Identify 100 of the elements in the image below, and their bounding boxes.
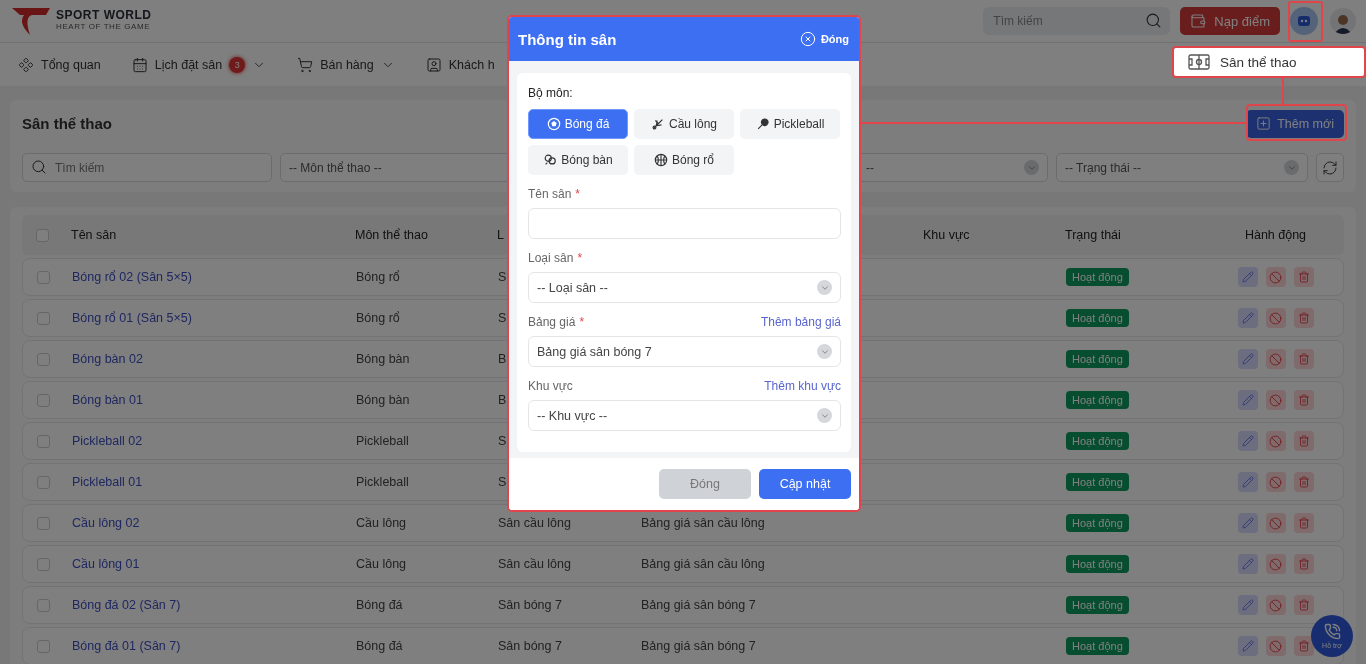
add-button[interactable]: Thêm mới	[1246, 109, 1344, 138]
app-button[interactable]	[1290, 7, 1318, 35]
update-button[interactable]: Cập nhật	[759, 469, 851, 499]
row-checkbox[interactable]	[37, 516, 50, 530]
row-checkbox[interactable]	[37, 352, 50, 366]
table-cell: Bóng đá	[356, 639, 403, 653]
court-name-link[interactable]: Pickleball 01	[72, 475, 143, 489]
edit-button[interactable]	[1237, 349, 1258, 369]
disable-button[interactable]	[1265, 554, 1286, 574]
row-checkbox[interactable]	[37, 270, 50, 284]
disable-button[interactable]	[1265, 349, 1286, 369]
field-label: Khu vực	[528, 379, 573, 393]
nav-item[interactable]: Bán hàng	[297, 56, 395, 73]
table-cell: Cầu lông	[356, 557, 407, 571]
row-checkbox[interactable]	[37, 557, 50, 571]
disable-button[interactable]	[1265, 595, 1286, 615]
page-title: Sân thể thao	[22, 115, 112, 132]
user-avatar[interactable]	[1330, 8, 1356, 34]
edit-button[interactable]	[1237, 267, 1258, 287]
select-field[interactable]: -- Loại sân --	[528, 272, 841, 303]
basketball-icon	[654, 153, 668, 167]
delete-button[interactable]	[1293, 554, 1314, 574]
row-checkbox[interactable]	[37, 434, 50, 448]
top-up-button[interactable]: Nạp điểm	[1180, 7, 1280, 35]
select-field[interactable]: -- Khu vực --	[528, 400, 841, 431]
close-button[interactable]: Đóng	[659, 469, 751, 499]
disable-button[interactable]	[1265, 472, 1286, 492]
select-field[interactable]: Bảng giá sân bóng 7	[528, 336, 841, 367]
input-field[interactable]	[528, 208, 841, 239]
row-checkbox[interactable]	[37, 598, 50, 612]
delete-button[interactable]	[1293, 431, 1314, 451]
disable-button[interactable]	[1265, 431, 1286, 451]
disable-button[interactable]	[1265, 636, 1286, 656]
nav-item[interactable]: Tổng quan	[18, 56, 101, 73]
row-checkbox[interactable]	[37, 393, 50, 407]
sport-option[interactable]: Pickleball	[740, 109, 840, 139]
pencil-icon	[1241, 558, 1254, 570]
select-all-checkbox[interactable]	[36, 228, 49, 242]
refresh-button[interactable]	[1316, 153, 1344, 182]
sport-option[interactable]: Bóng bàn	[528, 145, 628, 175]
court-name-link[interactable]: Bóng bàn 01	[72, 393, 143, 407]
disable-button[interactable]	[1265, 267, 1286, 287]
add-link[interactable]: Thêm khu vực	[764, 379, 841, 393]
edit-button[interactable]	[1237, 554, 1258, 574]
disable-button[interactable]	[1265, 308, 1286, 328]
court-name-link[interactable]: Bóng đá 02 (Sân 7)	[72, 598, 181, 612]
disable-button[interactable]	[1265, 513, 1286, 533]
search-field[interactable]: Tìm kiếm	[22, 153, 272, 182]
delete-button[interactable]	[1293, 349, 1314, 369]
court-name-link[interactable]: Bóng đá 01 (Sân 7)	[72, 639, 181, 653]
nav-item[interactable]: Khách h	[425, 56, 495, 73]
delete-button[interactable]	[1293, 472, 1314, 492]
close-button[interactable]: Đóng	[799, 31, 849, 47]
status-badge: Hoạt động	[1066, 596, 1129, 614]
table-cell: Bóng bàn	[356, 393, 410, 407]
delete-button[interactable]	[1293, 390, 1314, 410]
court-name-link[interactable]: Cầu lông 02	[72, 516, 140, 530]
ban-icon	[1269, 434, 1282, 448]
edit-button[interactable]	[1237, 390, 1258, 410]
add-link[interactable]: Thêm bảng giá	[760, 315, 841, 329]
delete-button[interactable]	[1293, 513, 1314, 533]
court-name-link[interactable]: Bóng bàn 02	[72, 352, 143, 366]
row-checkbox[interactable]	[37, 311, 50, 325]
highlight-outline	[1288, 1, 1323, 42]
nav-item[interactable]: Lịch đặt sân 3	[131, 56, 267, 73]
sport-option[interactable]: Cầu lông	[634, 109, 734, 139]
court-name-link[interactable]: Bóng rổ 01 (Sân 5×5)	[72, 311, 192, 325]
row-checkbox[interactable]	[37, 475, 50, 489]
table-cell: Sân bóng 7	[498, 639, 562, 653]
delete-button[interactable]	[1293, 636, 1314, 656]
edit-button[interactable]	[1237, 636, 1258, 656]
delete-button[interactable]	[1293, 595, 1314, 615]
court-name-link[interactable]: Cầu lông 01	[72, 557, 140, 571]
ban-icon	[1269, 557, 1282, 571]
disable-button[interactable]	[1265, 390, 1286, 410]
table-cell: Cầu lông	[356, 516, 407, 530]
trash-icon	[1297, 558, 1310, 570]
edit-button[interactable]	[1237, 308, 1258, 328]
filter-select[interactable]: -- Trạng thái --	[1056, 153, 1308, 182]
pencil-icon	[1241, 476, 1254, 488]
court-name-link[interactable]: Pickleball 02	[72, 434, 143, 448]
sport-option[interactable]: Bóng đá	[528, 109, 628, 139]
column-header: Tên sân	[71, 228, 118, 242]
field-label: Loại sân *	[528, 251, 583, 265]
delete-button[interactable]	[1293, 308, 1314, 328]
delete-button[interactable]	[1293, 267, 1314, 287]
pencil-icon	[1241, 271, 1254, 283]
status-badge: Hoạt động	[1066, 637, 1129, 655]
edit-button[interactable]	[1237, 595, 1258, 615]
sport-option[interactable]: Bóng rổ	[634, 145, 734, 175]
row-checkbox[interactable]	[37, 639, 50, 653]
field-label: Bảng giá *	[528, 315, 585, 329]
edit-button[interactable]	[1237, 513, 1258, 533]
column-header: Môn thể thao	[355, 228, 429, 242]
court-name-link[interactable]: Bóng rổ 02 (Sân 5×5)	[72, 270, 192, 284]
status-badge: Hoạt động	[1066, 391, 1129, 409]
column-header: L	[497, 228, 505, 242]
dialog-title: Thông tin sân	[518, 30, 617, 48]
edit-button[interactable]	[1237, 472, 1258, 492]
edit-button[interactable]	[1237, 431, 1258, 451]
